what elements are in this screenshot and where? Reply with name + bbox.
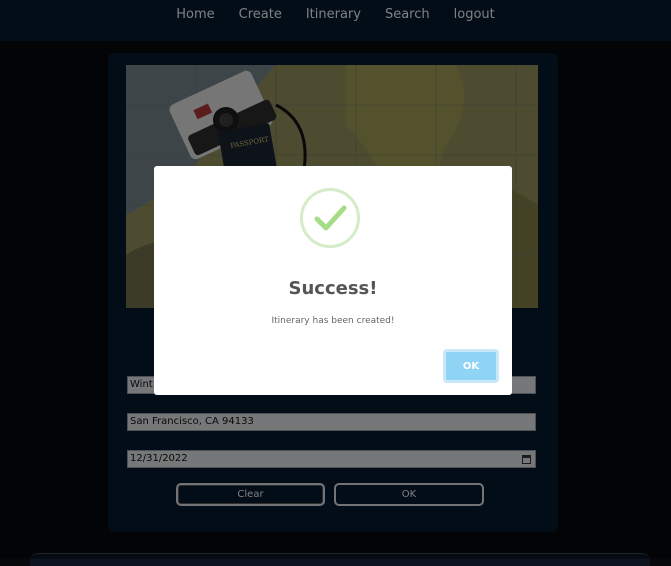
dialog-message: Itinerary has been created! bbox=[271, 316, 395, 326]
success-dialog: Success! Itinerary has been created! OK bbox=[154, 166, 512, 395]
dialog-ok-button[interactable]: OK bbox=[443, 349, 499, 383]
dialog-title: Success! bbox=[288, 278, 378, 299]
check-icon bbox=[300, 188, 360, 248]
